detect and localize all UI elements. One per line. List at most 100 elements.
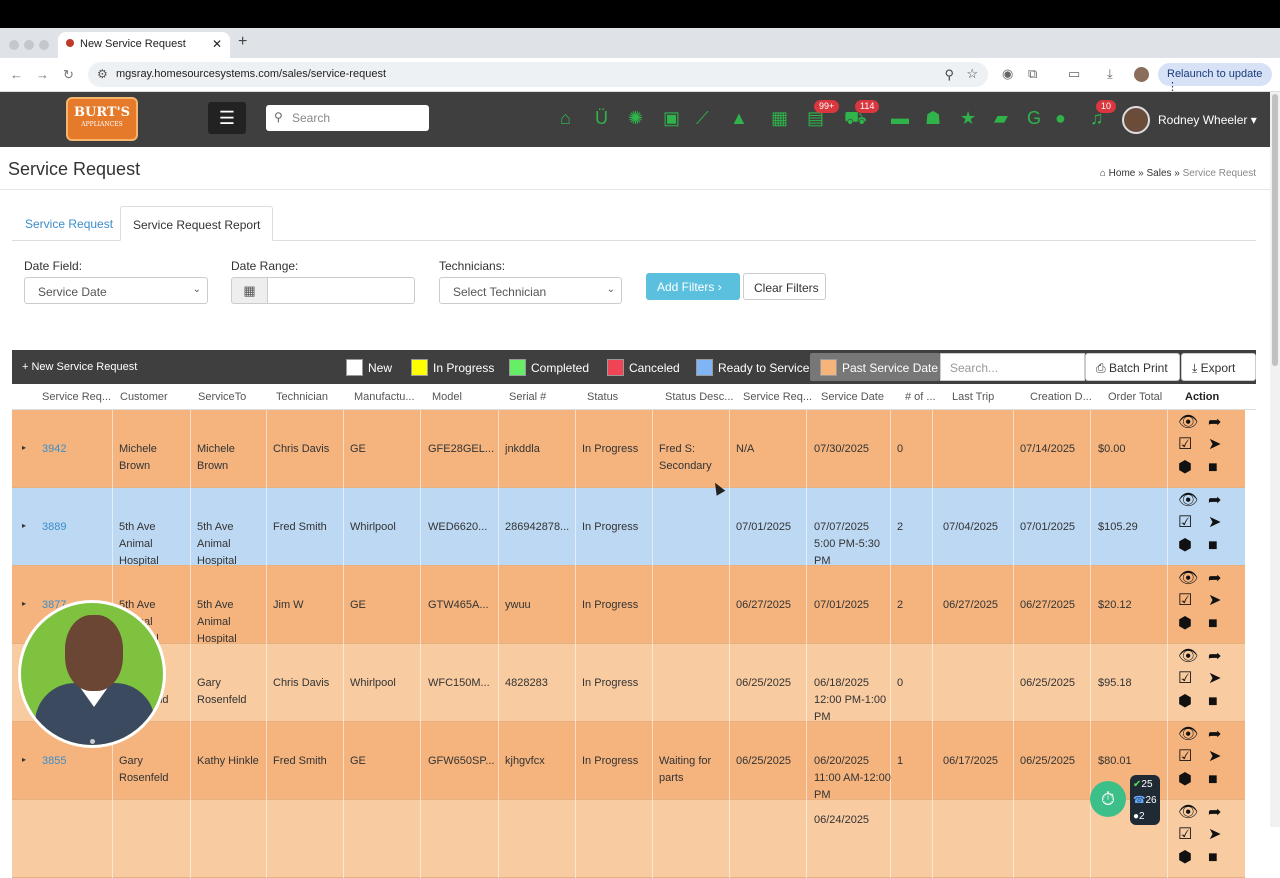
- forward-icon[interactable]: ➦: [1208, 804, 1221, 822]
- expand-row-icon[interactable]: ▸: [22, 755, 26, 764]
- col-service-requested[interactable]: Service Req...: [743, 391, 815, 403]
- send-icon[interactable]: ➤: [1208, 592, 1221, 610]
- timer-widget-icon[interactable]: ⏱: [1090, 781, 1126, 817]
- puzzle-icon[interactable]: ⧉: [1028, 66, 1037, 82]
- col-service-date[interactable]: Service Date: [821, 391, 899, 403]
- users-icon[interactable]: ☗: [925, 107, 941, 129]
- expand-row-icon[interactable]: ▸: [22, 599, 26, 608]
- url-field[interactable]: ⚙ mgsray.homesourcesystems.com/sales/ser…: [88, 62, 988, 87]
- col-status-description[interactable]: Status Desc...: [665, 391, 737, 403]
- edit-checkbox-icon[interactable]: ☑: [1178, 514, 1192, 532]
- relaunch-button[interactable]: Relaunch to update ⋮: [1158, 63, 1272, 93]
- edit-checkbox-icon[interactable]: ☑: [1178, 436, 1192, 454]
- download-icon[interactable]: ⤓: [1107, 66, 1113, 82]
- breadcrumb-home[interactable]: Home: [1109, 168, 1136, 179]
- table-row[interactable]: ▸ 3942 Michele Brown Michele Brown Chris Dav…: [12, 410, 1245, 488]
- edit-checkbox-icon[interactable]: ☑: [1178, 592, 1192, 610]
- menu-toggle-button[interactable]: ☰: [208, 102, 246, 134]
- package-icon[interactable]: ⬢: [1178, 537, 1192, 555]
- cell-service-request-id[interactable]: 3855: [42, 753, 112, 770]
- col-service-to[interactable]: ServiceTo: [198, 391, 270, 403]
- note-icon[interactable]: ■: [1208, 771, 1218, 789]
- google-icon[interactable]: G: [1027, 107, 1041, 129]
- cell-service-request-id[interactable]: 3942: [42, 441, 112, 458]
- cell-service-request-id[interactable]: 3889: [42, 519, 112, 536]
- view-icon[interactable]: 👁: [1178, 648, 1198, 666]
- expand-row-icon[interactable]: ▸: [22, 521, 26, 530]
- col-serial[interactable]: Serial #: [509, 391, 581, 403]
- back-icon[interactable]: ←: [10, 67, 23, 82]
- profile-avatar[interactable]: [1134, 67, 1149, 82]
- send-icon[interactable]: ➤: [1208, 436, 1221, 454]
- browser-tab[interactable]: New Service Request ✕: [58, 32, 230, 58]
- zoom-icon[interactable]: ⚲: [944, 67, 954, 83]
- col-status[interactable]: Status: [587, 391, 659, 403]
- view-icon[interactable]: 👁: [1178, 726, 1198, 744]
- tab-service-request[interactable]: Service Request: [12, 206, 126, 240]
- date-field-select[interactable]: Service Date ⌄: [24, 277, 208, 304]
- site-info-icon[interactable]: ⚙: [97, 67, 108, 81]
- send-icon[interactable]: ➤: [1208, 826, 1221, 844]
- package-icon[interactable]: ⬢: [1178, 459, 1192, 477]
- company-logo[interactable]: BURT'S APPLIANCES: [66, 97, 138, 141]
- table-row[interactable]: ▸ 3855 Gary Rosenfeld Kathy Hinkle Fred Smit…: [12, 722, 1245, 801]
- scrollbar-thumb[interactable]: [1272, 94, 1278, 366]
- calendar-icon[interactable]: ▦: [231, 277, 268, 304]
- col-trips[interactable]: # of ...: [905, 391, 939, 403]
- star-icon[interactable]: ★: [960, 107, 976, 129]
- edit-checkbox-icon[interactable]: ☑: [1178, 826, 1192, 844]
- col-order-total[interactable]: Order Total: [1108, 391, 1180, 403]
- reload-icon[interactable]: ↻: [63, 67, 74, 83]
- date-range-input[interactable]: [267, 277, 415, 304]
- clear-filters-button[interactable]: Clear Filters: [743, 273, 826, 300]
- edit-checkbox-icon[interactable]: ☑: [1178, 670, 1192, 688]
- batch-print-button[interactable]: ⎙ Batch Print: [1085, 353, 1180, 381]
- send-icon[interactable]: ➤: [1208, 748, 1221, 766]
- graduation-cap-icon[interactable]: ▲: [730, 107, 748, 129]
- view-icon[interactable]: 👁: [1178, 804, 1198, 822]
- table-row[interactable]: ▸ 3889 5th Ave Animal Hospital 5th Ave Anim…: [12, 488, 1245, 567]
- breadcrumb-sales[interactable]: Sales: [1146, 168, 1171, 179]
- col-last-trip[interactable]: Last Trip: [952, 391, 1024, 403]
- extension-icon[interactable]: ◉: [1002, 66, 1013, 82]
- forward-icon[interactable]: ➦: [1208, 726, 1221, 744]
- app-search-input[interactable]: ⚲ Search: [266, 105, 429, 131]
- col-technician[interactable]: Technician: [276, 391, 348, 403]
- add-filters-button[interactable]: Add Filters ›: [646, 273, 740, 300]
- map-marker-icon[interactable]: ▣: [663, 107, 680, 129]
- forward-icon[interactable]: →: [36, 67, 49, 82]
- tab-service-request-report[interactable]: Service Request Report: [120, 206, 274, 241]
- col-creation-date[interactable]: Creation D...: [1030, 391, 1102, 403]
- expand-row-icon[interactable]: ▸: [22, 443, 26, 452]
- note-icon[interactable]: ■: [1208, 537, 1218, 555]
- bookmark-star-icon[interactable]: ☆: [966, 66, 978, 82]
- edit-checkbox-icon[interactable]: ☑: [1178, 748, 1192, 766]
- folder-icon[interactable]: ▰: [994, 107, 1008, 129]
- package-icon[interactable]: ⬢: [1178, 693, 1192, 711]
- note-icon[interactable]: ■: [1208, 615, 1218, 633]
- forward-icon[interactable]: ➦: [1208, 648, 1221, 666]
- page-scrollbar[interactable]: [1270, 92, 1280, 827]
- package-icon[interactable]: ⬢: [1178, 771, 1192, 789]
- window-controls[interactable]: [9, 39, 54, 53]
- col-manufacturer[interactable]: Manufactu...: [354, 391, 426, 403]
- col-model[interactable]: Model: [432, 391, 504, 403]
- package-icon[interactable]: ⬢: [1178, 615, 1192, 633]
- col-customer[interactable]: Customer: [120, 391, 192, 403]
- table-row[interactable]: ▸38775th Ave Animal Hospital5th Ave Anim…: [12, 566, 1245, 645]
- view-icon[interactable]: 👁: [1178, 570, 1198, 588]
- tab-search-icon[interactable]: ▭: [1068, 66, 1080, 82]
- new-tab-button[interactable]: +: [238, 33, 247, 51]
- chart-line-icon[interactable]: ⟋: [696, 107, 709, 129]
- activity-counters[interactable]: ✔25 ☎26 ●2: [1130, 775, 1160, 825]
- home-icon[interactable]: ⌂: [560, 107, 571, 129]
- forward-icon[interactable]: ➦: [1208, 492, 1221, 510]
- note-icon[interactable]: ■: [1208, 459, 1218, 477]
- export-button[interactable]: ⤓ Export: [1181, 353, 1256, 381]
- view-icon[interactable]: 👁: [1178, 414, 1198, 432]
- send-icon[interactable]: ➤: [1208, 670, 1221, 688]
- chat-icon[interactable]: ●: [1055, 107, 1066, 129]
- close-tab-icon[interactable]: ✕: [212, 37, 222, 51]
- note-icon[interactable]: ■: [1208, 693, 1218, 711]
- forward-icon[interactable]: ➦: [1208, 570, 1221, 588]
